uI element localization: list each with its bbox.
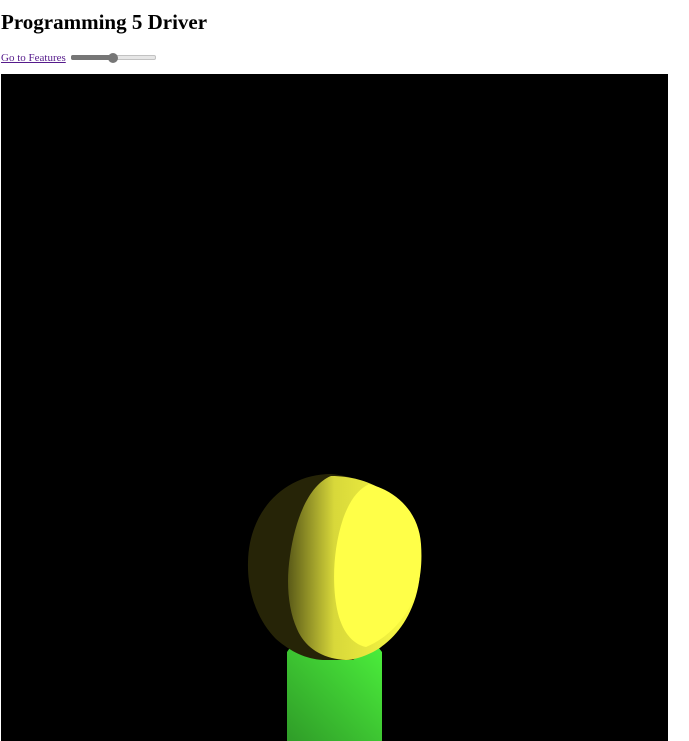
scene-svg <box>247 474 422 741</box>
features-link[interactable]: Go to Features <box>1 52 66 64</box>
page-title: Programming 5 Driver <box>1 10 208 34</box>
page: Programming 5 Driver Go to Features <box>0 0 689 741</box>
render-canvas[interactable] <box>1 74 668 741</box>
range-slider[interactable] <box>70 50 156 66</box>
controls-bar: Go to Features <box>1 50 156 66</box>
slider-thumb[interactable] <box>108 53 119 63</box>
slider-fill <box>70 55 114 60</box>
